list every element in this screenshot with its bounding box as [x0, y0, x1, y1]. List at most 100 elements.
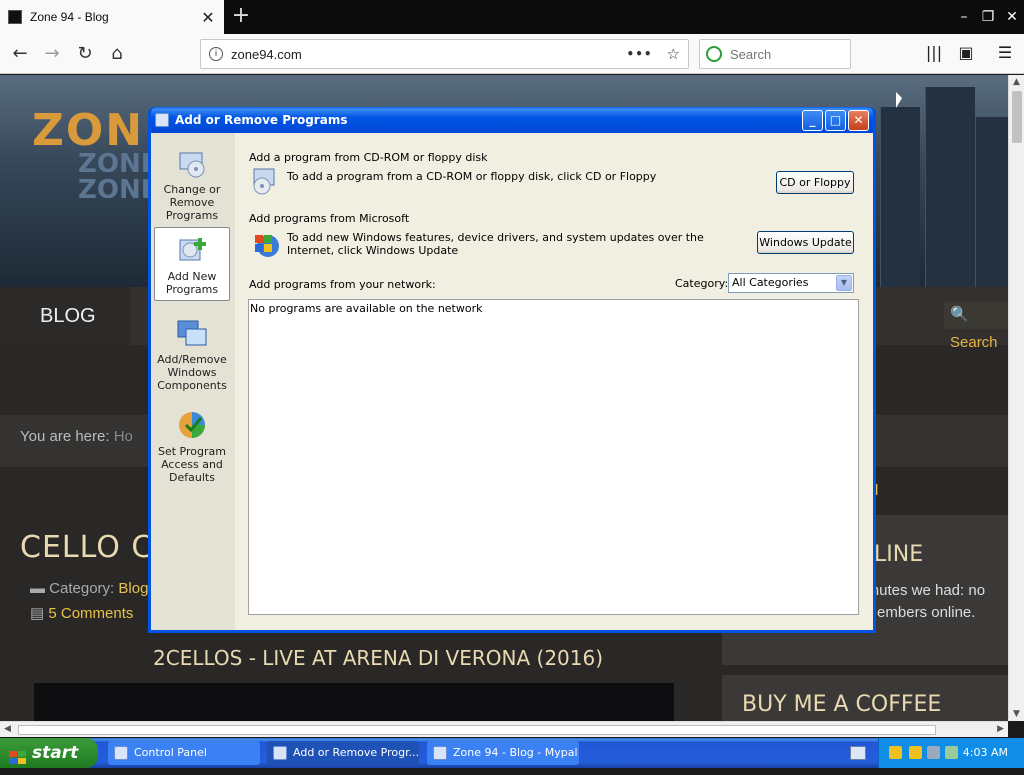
address-bar[interactable]: i zone94.com ••• ☆: [200, 39, 689, 69]
site-search-label: Search: [950, 334, 998, 351]
site-search-link[interactable]: 🔍Search: [944, 301, 1008, 351]
scroll-up-icon[interactable]: ▲: [1013, 77, 1020, 87]
start-button[interactable]: start: [0, 738, 98, 768]
network-programs-list[interactable]: No programs are available on the network: [248, 299, 859, 615]
library-icon[interactable]: |||: [923, 42, 945, 64]
microsoft-heading: Add programs from Microsoft: [249, 212, 410, 225]
url-text[interactable]: zone94.com: [231, 47, 627, 62]
comments-count[interactable]: 5 Comments: [48, 605, 133, 622]
vertical-scroll-thumb[interactable]: [1012, 91, 1022, 143]
tab-strip: Zone 94 - Blog ✕ + – ❐ ✕: [0, 0, 1024, 34]
security-alert-icon[interactable]: [909, 746, 922, 759]
programs-icon: [155, 113, 169, 127]
bookmark-star-icon[interactable]: ☆: [667, 45, 680, 63]
task-zone94-browser[interactable]: Zone 94 - Blog - Mypal: [427, 741, 579, 765]
close-window-button[interactable]: ✕: [1000, 0, 1024, 34]
scroll-down-icon[interactable]: ▼: [1013, 709, 1020, 719]
microsoft-description: To add new Windows features, device driv…: [287, 231, 704, 257]
system-tray: 4:03 AM: [878, 738, 1024, 768]
page-actions-icon[interactable]: •••: [627, 47, 653, 61]
dialog-minimize-button[interactable]: _: [802, 109, 823, 131]
task-zone94-label: Zone 94 - Blog - Mypal: [453, 746, 578, 759]
task-add-remove-programs[interactable]: Add or Remove Progr...: [267, 741, 419, 765]
dialog-titlebar[interactable]: Add or Remove Programs _ □ ✕: [151, 107, 873, 133]
change-remove-icon: [176, 147, 208, 179]
chevron-down-icon[interactable]: ▼: [836, 275, 852, 291]
programs-task-icon: [273, 746, 287, 760]
dialog-maximize-button[interactable]: □: [825, 109, 846, 131]
scroll-left-icon[interactable]: ◀: [4, 724, 11, 734]
windows-flag-icon: [9, 745, 27, 764]
nav-program-access-defaults[interactable]: Set Program Access and Defaults: [154, 403, 230, 484]
network-icon[interactable]: [927, 746, 940, 759]
minimize-window-button[interactable]: –: [952, 0, 976, 34]
nav-change-remove-label: Change or Remove Programs: [163, 183, 221, 222]
nav-windows-components-label: Add/Remove Windows Components: [157, 353, 227, 392]
search-engine-icon: [706, 46, 722, 62]
breadcrumb-label: You are here:: [20, 428, 110, 445]
browser-tab[interactable]: Zone 94 - Blog ✕: [0, 0, 224, 34]
close-tab-icon[interactable]: ✕: [200, 8, 216, 27]
category-label: Category:: [49, 580, 115, 597]
horizontal-scrollbar[interactable]: ◀ ▶: [0, 721, 1008, 737]
cdrom-heading: Add a program from CD-ROM or floppy disk: [249, 151, 488, 164]
nav-change-remove-programs[interactable]: Change or Remove Programs: [154, 141, 230, 222]
add-new-programs-icon: [176, 234, 208, 266]
keyboard-icon[interactable]: [850, 746, 866, 760]
cd-or-floppy-button[interactable]: CD or Floppy: [776, 171, 854, 194]
windows-update-button[interactable]: Windows Update: [757, 231, 854, 254]
dialog-title: Add or Remove Programs: [175, 113, 348, 127]
reload-button[interactable]: ↻: [73, 42, 97, 66]
category-link[interactable]: Blog: [118, 580, 148, 597]
network-empty-message: No programs are available on the network: [250, 302, 483, 315]
sidebar-toggle-icon[interactable]: ▣: [955, 42, 977, 64]
windows-update-icon: [251, 229, 281, 259]
browser-task-icon: [433, 746, 447, 760]
home-button[interactable]: ⌂: [105, 42, 129, 66]
task-control-panel[interactable]: Control Panel: [108, 741, 260, 765]
coffee-title: BUY ME A COFFEE: [742, 692, 942, 717]
menu-item-blog[interactable]: BLOG: [0, 287, 130, 345]
security-shield-icon[interactable]: [889, 746, 902, 759]
cdrom-icon: [251, 167, 279, 195]
program-access-icon: [176, 409, 208, 441]
horizontal-scroll-thumb[interactable]: [18, 725, 936, 735]
category-select[interactable]: All Categories ▼: [728, 273, 854, 293]
breadcrumb-home-link[interactable]: Ho: [114, 428, 133, 445]
task-pane: Change or Remove Programs Add New Progra…: [151, 133, 235, 630]
video-embed[interactable]: [34, 683, 674, 721]
safely-remove-icon[interactable]: [945, 746, 958, 759]
category-label: Category:: [675, 277, 729, 290]
task-add-remove-label: Add or Remove Progr...: [293, 746, 419, 759]
control-panel-icon: [114, 746, 128, 760]
start-label: start: [32, 743, 79, 763]
windows-components-icon: [176, 317, 208, 349]
sidebar-title: LINE: [874, 542, 924, 567]
video-heading: 2CELLOS - LIVE AT ARENA DI VERONA (2016): [153, 646, 604, 670]
forward-button[interactable]: →: [40, 42, 64, 66]
main-pane: Add a program from CD-ROM or floppy disk…: [235, 133, 873, 630]
search-input[interactable]: [730, 46, 840, 62]
comment-icon: ▤: [30, 605, 45, 622]
browser-toolbar: ← → ↻ ⌂ i zone94.com ••• ☆: [0, 34, 1024, 74]
post-category: ▬ Category: Blog: [30, 580, 148, 597]
new-tab-button[interactable]: +: [230, 4, 252, 28]
scroll-right-icon[interactable]: ▶: [997, 724, 1004, 734]
nav-windows-components[interactable]: Add/Remove Windows Components: [154, 311, 230, 392]
tab-title: Zone 94 - Blog: [30, 10, 109, 24]
restore-window-button[interactable]: ❐: [976, 0, 1000, 34]
task-control-panel-label: Control Panel: [134, 746, 207, 759]
back-button[interactable]: ←: [8, 42, 32, 66]
search-box[interactable]: [699, 39, 851, 69]
clock[interactable]: 4:03 AM: [963, 746, 1008, 759]
site-info-icon[interactable]: i: [209, 47, 223, 61]
dialog-close-button[interactable]: ✕: [848, 109, 869, 131]
nav-add-new-programs[interactable]: Add New Programs: [154, 227, 230, 301]
vertical-scrollbar[interactable]: ▲ ▼: [1008, 75, 1024, 721]
menu-icon[interactable]: ☰: [994, 42, 1016, 64]
cdrom-description: To add a program from a CD-ROM or floppy…: [287, 170, 657, 183]
nav-program-access-label: Set Program Access and Defaults: [158, 445, 226, 484]
mouse-cursor-icon: [896, 92, 902, 108]
add-remove-programs-window: Add or Remove Programs _ □ ✕ Change or R…: [148, 107, 876, 633]
comments-link[interactable]: ▤ 5 Comments: [30, 604, 133, 622]
